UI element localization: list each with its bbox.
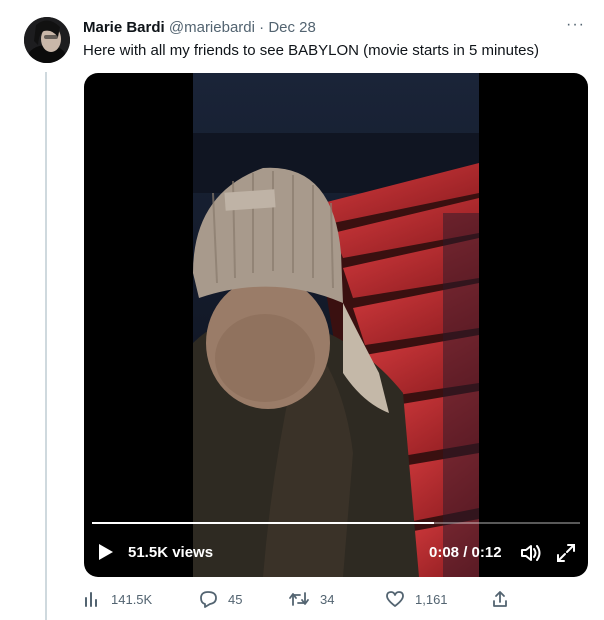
fullscreen-icon[interactable] — [556, 543, 576, 563]
reply-count: 45 — [228, 591, 243, 607]
analytics-count: 141.5K — [111, 591, 153, 607]
view-count: 51.5K views — [128, 544, 214, 561]
play-icon[interactable] — [98, 543, 114, 561]
retweet-count: 34 — [320, 591, 335, 607]
share-button[interactable] — [491, 590, 509, 608]
like-count: 1,161 — [415, 591, 448, 607]
retweet-icon — [289, 592, 309, 606]
video-frame[interactable] — [193, 73, 479, 577]
author-handle[interactable]: @mariebardi — [169, 19, 255, 36]
volume-icon[interactable] — [520, 543, 542, 563]
author-name[interactable]: Marie Bardi — [83, 19, 165, 36]
analytics-button[interactable]: 141.5K — [83, 590, 152, 608]
analytics-icon — [85, 592, 97, 607]
tweet-actions-bar: 141.5K 45 34 1,161 — [83, 590, 593, 612]
retweet-button[interactable]: 34 — [288, 590, 334, 608]
video-progress-fill — [92, 522, 434, 524]
tweet-date[interactable]: Dec 28 — [268, 19, 316, 36]
reply-icon — [200, 591, 217, 608]
tweet-text: Here with all my friends to see BABYLON … — [83, 42, 539, 59]
tweet-header: Marie Bardi @mariebardi · Dec 28 — [83, 18, 316, 38]
separator-dot: · — [259, 19, 265, 36]
share-icon — [493, 591, 507, 607]
video-player[interactable]: 51.5K views 0:08 / 0:12 — [84, 73, 588, 577]
thread-connector-line — [45, 72, 47, 620]
heart-icon — [386, 591, 404, 607]
video-time: 0:08 / 0:12 — [429, 544, 502, 561]
like-button[interactable]: 1,161 — [385, 590, 448, 608]
avatar[interactable] — [24, 17, 70, 63]
more-options-icon[interactable]: ··· — [566, 16, 585, 34]
video-progress-bar[interactable] — [92, 522, 580, 524]
reply-button[interactable]: 45 — [199, 590, 242, 608]
